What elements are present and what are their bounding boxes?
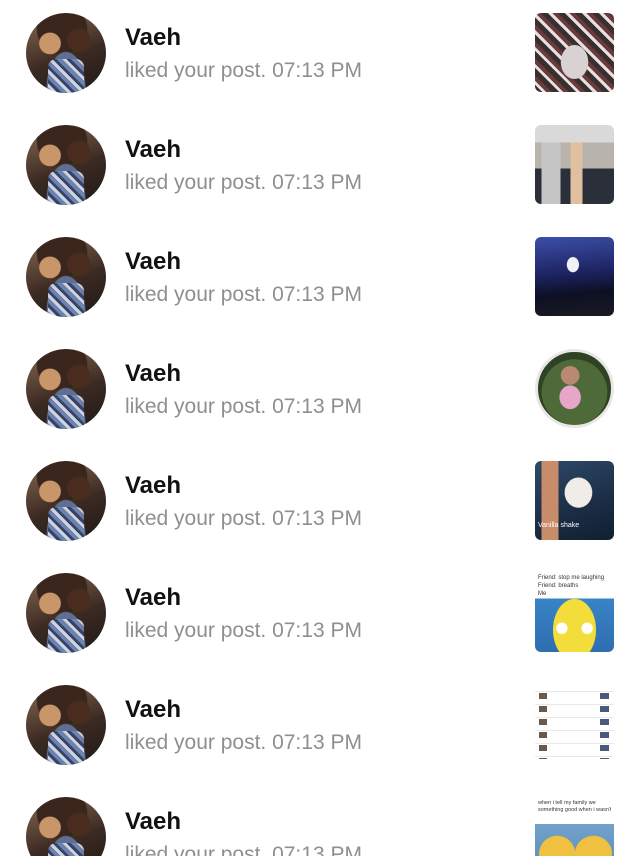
notification-text: liked your post. 07:13 PM: [125, 395, 362, 418]
post-thumbnail[interactable]: Vanilla shake: [535, 461, 614, 540]
post-thumbnail[interactable]: [535, 13, 614, 92]
notification-text: liked your post. 07:13 PM: [125, 59, 362, 82]
notification-text: liked your post. 07:13 PM: [125, 283, 362, 306]
notification-row[interactable]: Vaeh liked your post. 07:13 PM Vanilla s…: [0, 448, 640, 560]
notification-row[interactable]: Vaeh liked your post. 07:13 PM: [0, 672, 640, 784]
post-thumbnail[interactable]: [535, 685, 614, 764]
notification-row[interactable]: Vaeh liked your post. 07:13 PM: [0, 224, 640, 336]
avatar[interactable]: [26, 13, 106, 93]
post-thumbnail[interactable]: [535, 125, 614, 204]
notification-row[interactable]: Vaeh liked your post. 07:13 PM when i te…: [0, 784, 640, 856]
notification-row[interactable]: Vaeh liked your post. 07:13 PM: [0, 112, 640, 224]
thumbnail-caption: Me: [538, 591, 547, 597]
post-thumbnail[interactable]: when i tell my family we something good …: [535, 797, 614, 856]
username[interactable]: Vaeh: [125, 246, 181, 278]
username[interactable]: Vaeh: [125, 470, 181, 502]
avatar[interactable]: [26, 125, 106, 205]
notification-text: liked your post. 07:13 PM: [125, 619, 362, 642]
notification-text: liked your post. 07:13 PM: [125, 731, 362, 754]
avatar[interactable]: [26, 461, 106, 541]
username[interactable]: Vaeh: [125, 694, 181, 726]
username[interactable]: Vaeh: [125, 582, 181, 614]
avatar[interactable]: [26, 237, 106, 317]
avatar[interactable]: [26, 349, 106, 429]
notification-text: liked your post. 07:13 PM: [125, 171, 362, 194]
avatar[interactable]: [26, 685, 106, 765]
avatar[interactable]: [26, 797, 106, 856]
avatar[interactable]: [26, 573, 106, 653]
notification-text: liked your post. 07:13 PM: [125, 507, 362, 530]
notification-row[interactable]: Vaeh liked your post. 07:13 PM Friend: s…: [0, 560, 640, 672]
thumbnail-caption: Vanilla shake: [538, 522, 580, 529]
notification-row[interactable]: Vaeh liked your post. 07:13 PM: [0, 0, 640, 112]
notification-row[interactable]: Vaeh liked your post. 07:13 PM: [0, 336, 640, 448]
thumbnail-caption: something good when i wasn't around: [538, 807, 611, 813]
username[interactable]: Vaeh: [125, 358, 181, 390]
post-thumbnail[interactable]: [535, 237, 614, 316]
post-thumbnail[interactable]: [535, 349, 614, 428]
post-thumbnail[interactable]: Friend: stop me laughing Friend: breaths…: [535, 573, 614, 652]
username[interactable]: Vaeh: [125, 134, 181, 166]
username[interactable]: Vaeh: [125, 806, 181, 838]
notification-text: liked your post. 07:13 PM: [125, 843, 362, 856]
activity-notification-list: Vaeh liked your post. 07:13 PM Vaeh like…: [0, 0, 640, 856]
username[interactable]: Vaeh: [125, 22, 181, 54]
